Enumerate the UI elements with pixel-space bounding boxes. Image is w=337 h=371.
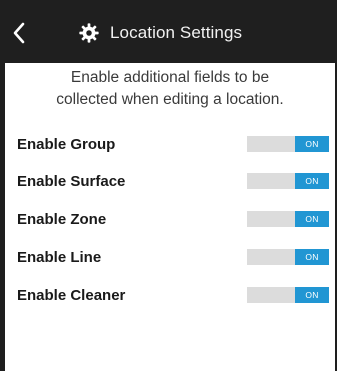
setting-label-cleaner: Enable Cleaner [17,287,126,304]
gear-icon [79,23,99,43]
toggle-enable-group[interactable]: ON [247,136,329,152]
setting-row-zone: Enable Zone ON [5,206,335,236]
setting-row-cleaner: Enable Cleaner ON [5,282,335,312]
setting-row-line: Enable Line ON [5,244,335,274]
setting-row-surface: Enable Surface ON [5,168,335,198]
app-header: Location Settings [0,0,337,63]
setting-row-group: Enable Group ON [5,131,335,161]
toggle-enable-zone[interactable]: ON [247,211,329,227]
intro-text: Enable additional fields to be collected… [5,67,335,111]
back-button[interactable] [6,18,32,48]
header-title-group: Location Settings [78,22,242,44]
settings-panel: Enable additional fields to be collected… [5,63,335,371]
toggle-on-indicator: ON [295,287,329,303]
toggle-on-indicator: ON [295,211,329,227]
intro-line-1: Enable additional fields to be [70,69,270,86]
page-title: Location Settings [110,23,243,42]
setting-label-surface: Enable Surface [17,173,126,190]
setting-label-zone: Enable Zone [17,211,107,228]
toggle-on-indicator: ON [295,249,329,265]
toggle-enable-cleaner[interactable]: ON [247,287,329,303]
toggle-enable-surface[interactable]: ON [247,173,329,189]
toggle-enable-line[interactable]: ON [247,249,329,265]
app-screen: Location Settings Enable additional fiel… [0,0,337,371]
toggle-on-indicator: ON [295,173,329,189]
intro-line-2: collected when editing a location. [56,91,284,108]
toggle-on-indicator: ON [295,136,329,152]
chevron-left-icon [13,22,25,44]
setting-label-group: Enable Group [17,136,116,153]
setting-label-line: Enable Line [17,249,102,266]
